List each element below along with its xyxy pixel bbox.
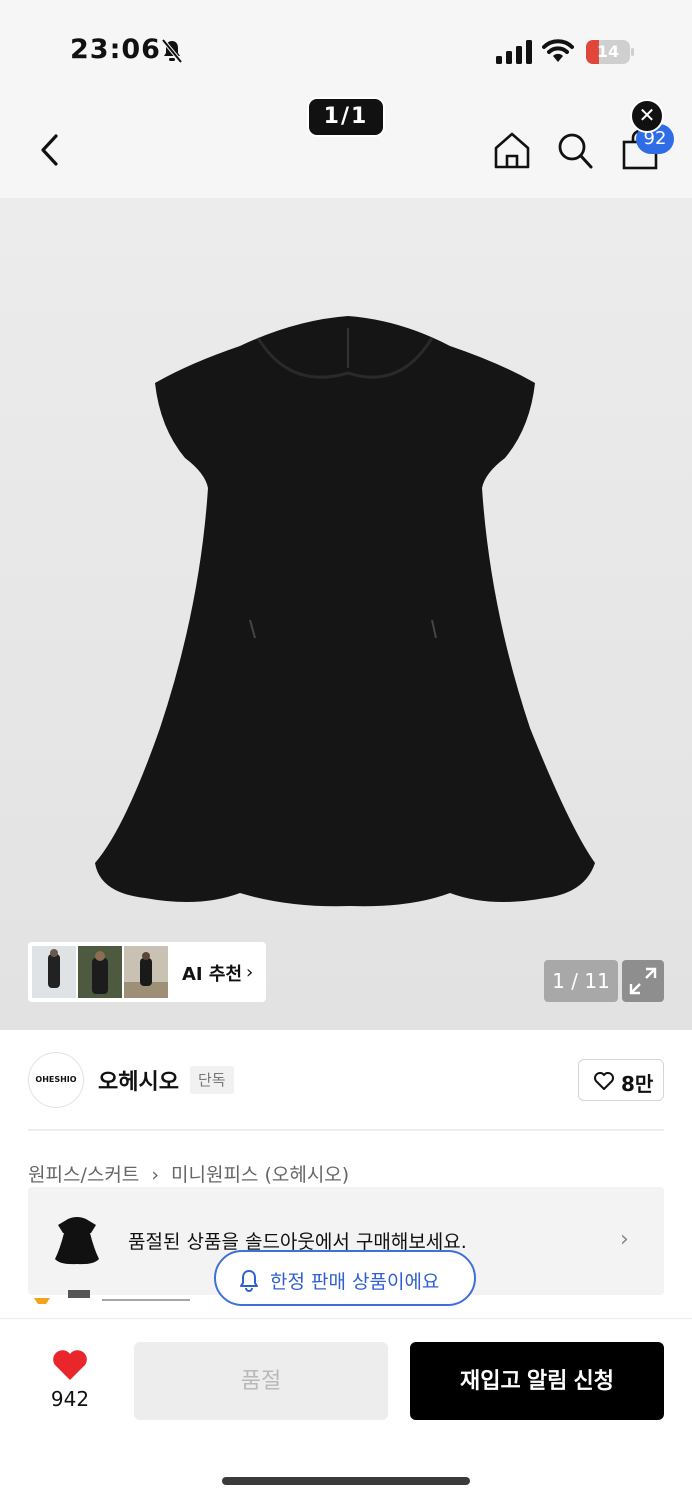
restock-alert-button[interactable]: 재입고 알림 신청 [410, 1342, 664, 1420]
heart-filled-icon[interactable] [50, 1345, 90, 1385]
breadcrumb-separator: › [151, 1164, 159, 1186]
wish-count: 942 [50, 1387, 90, 1411]
breadcrumb: 원피스/스커트 › 미니원피스 (오헤시오) [28, 1160, 355, 1187]
close-icon[interactable]: ✕ [630, 99, 664, 133]
signal-icon [496, 40, 532, 64]
ai-recommend-button[interactable]: AI 추천 › [28, 942, 266, 1002]
exclusive-badge: 단독 [190, 1066, 234, 1094]
divider [28, 1129, 664, 1131]
home-icon[interactable] [492, 130, 532, 170]
dress-image [95, 316, 595, 907]
brand-like-button[interactable]: 8만 [578, 1059, 664, 1101]
thumbnail-1[interactable] [32, 946, 76, 998]
search-icon[interactable] [556, 130, 594, 170]
bell-icon [240, 1270, 258, 1292]
brand-name[interactable]: 오헤시오 [98, 1064, 179, 1096]
thumbnail-2[interactable] [78, 946, 122, 998]
wifi-icon [542, 39, 574, 62]
ai-recommend-label: AI 추천 [182, 964, 243, 985]
thumbnail-3[interactable] [124, 946, 168, 998]
battery-percent: 14 [596, 42, 620, 61]
back-arrow-icon[interactable] [34, 130, 68, 170]
breadcrumb-category[interactable]: 원피스/스커트 [28, 1164, 139, 1186]
limited-sale-text: 한정 판매 상품이에요 [270, 1271, 440, 1293]
image-position-pill: 1/1 [307, 97, 385, 137]
breadcrumb-subcategory[interactable]: 미니원피스 (오헤시오) [171, 1164, 349, 1186]
status-bar: 23:06 14 [0, 0, 692, 100]
brand-logo[interactable]: OHESHIO [28, 1052, 84, 1108]
chevron-right-icon: › [246, 962, 254, 983]
rating-peek [34, 1290, 190, 1304]
battery-icon: 14 [586, 40, 634, 64]
expand-icon[interactable] [622, 960, 664, 1002]
home-indicator[interactable] [222, 1477, 470, 1485]
limited-sale-pill[interactable]: 한정 판매 상품이에요 [214, 1250, 476, 1306]
heart-outline-icon [594, 1072, 614, 1090]
dress-thumbnail [55, 1217, 99, 1265]
chevron-right-icon: › [620, 1227, 629, 1252]
bottom-action-bar: 942 품절 재입고 알림 신청 [0, 1318, 692, 1500]
product-page: 23:06 14 92 1/1 ✕ AI 추천 › 1 / 11 OHESHIO… [0, 0, 692, 1500]
soldout-button[interactable]: 품절 [134, 1342, 388, 1420]
status-time: 23:06 [70, 34, 161, 65]
product-image[interactable]: AI 추천 › 1 / 11 [0, 198, 692, 1030]
bell-muted-icon [161, 38, 183, 64]
image-counter: 1 / 11 [544, 960, 618, 1002]
brand-like-count: 8만 [621, 1072, 654, 1096]
